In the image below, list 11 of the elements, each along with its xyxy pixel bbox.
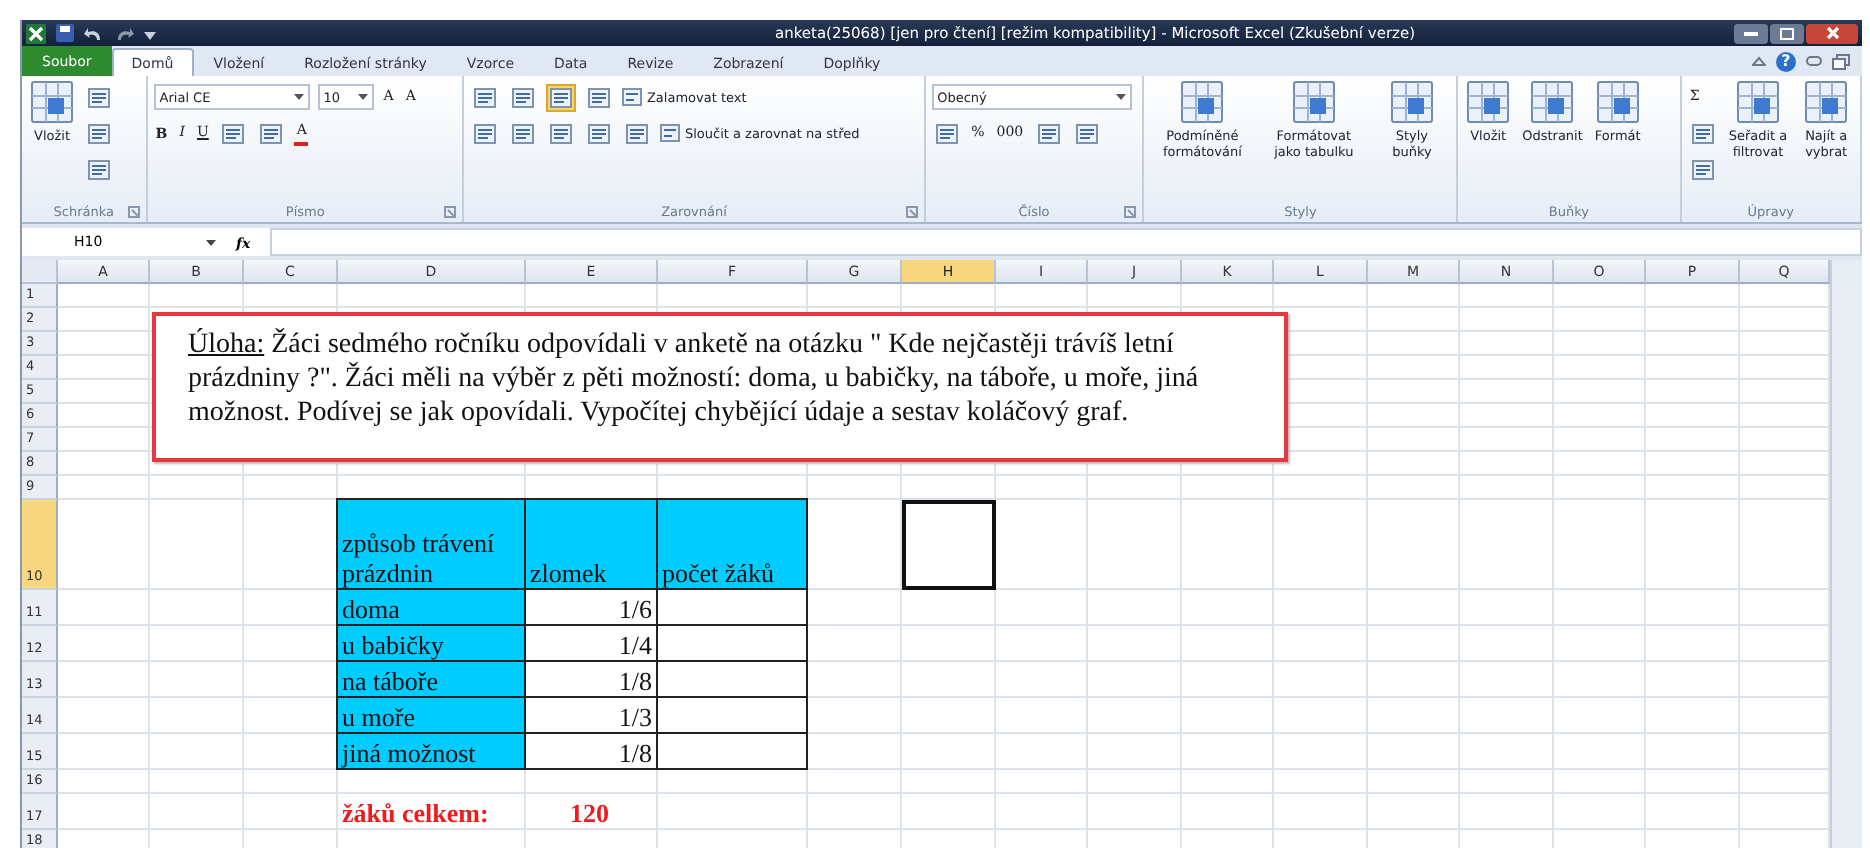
total-label: žáků celkem: bbox=[340, 796, 491, 830]
table-cell: doma bbox=[336, 588, 526, 626]
table-header-cell: zlomek bbox=[524, 498, 658, 590]
table-cell: na táboře bbox=[336, 660, 526, 698]
table-cell: jiná možnost bbox=[336, 732, 526, 770]
table-cell: u moře bbox=[336, 696, 526, 734]
total-value: 120 bbox=[568, 796, 611, 830]
help-button[interactable]: ? bbox=[1776, 51, 1796, 71]
table-header-cell: počet žáků bbox=[656, 498, 808, 590]
table-cell: u babičky bbox=[336, 624, 526, 662]
task-text: Úloha: Žáci sedmého ročníku odpovídali v anketě na otázku " Kde nejčastěji trávíš letní prázdniny ?". Žáci měli na výběr z pěti možností: doma, u babičky, na táboře, u moře, jiná možnost. Podívej se jak opovídali. Vypočítej chybějící údaje a sestav koláčový graf. bbox=[188, 328, 1201, 430]
